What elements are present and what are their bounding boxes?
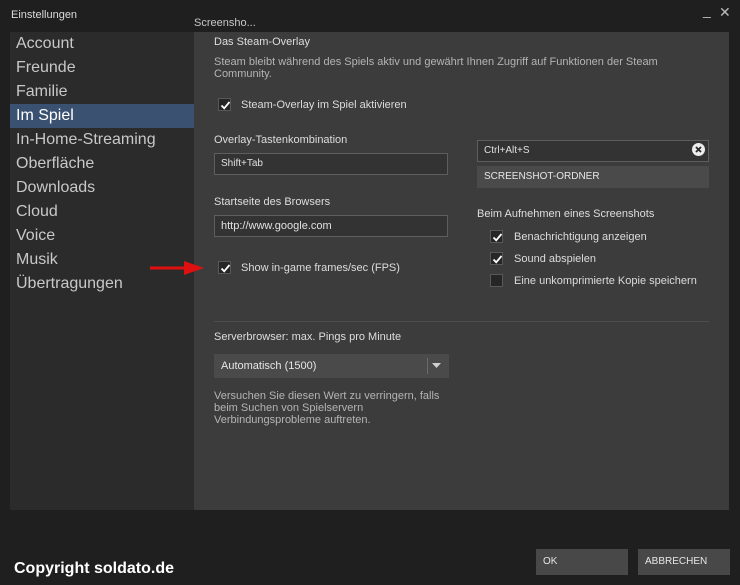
sidebar-item-im-spiel[interactable]: Im Spiel bbox=[10, 104, 194, 128]
server-browser-hint: Versuchen Sie diesen Wert zu verringern,… bbox=[214, 390, 440, 426]
sidebar-item-oberflaeche[interactable]: Oberfläche bbox=[10, 152, 194, 176]
checkmark-icon bbox=[220, 101, 231, 110]
close-icon[interactable]: ✕ bbox=[719, 4, 731, 21]
pings-per-minute-select[interactable]: Automatisch (1500) bbox=[214, 354, 449, 378]
homepage-url-field[interactable]: http://www.google.com bbox=[214, 215, 448, 237]
tab-caption: Screensho... bbox=[194, 17, 256, 29]
section-divider bbox=[214, 321, 709, 322]
sidebar-item-in-home-streaming[interactable]: In-Home-Streaming bbox=[10, 128, 194, 152]
title-bar: Einstellungen _ ✕ bbox=[0, 0, 740, 30]
sidebar-item-familie[interactable]: Familie bbox=[10, 80, 194, 104]
notification-label: Benachrichtigung anzeigen bbox=[514, 231, 647, 243]
sidebar-item-freunde[interactable]: Freunde bbox=[10, 56, 194, 80]
select-separator bbox=[427, 358, 428, 374]
checkmark-icon bbox=[492, 255, 503, 264]
sidebar-item-account[interactable]: Account bbox=[10, 32, 194, 56]
sidebar-item-downloads[interactable]: Downloads bbox=[10, 176, 194, 200]
clear-icon[interactable] bbox=[692, 143, 705, 156]
screenshot-hotkey-field[interactable]: Ctrl+Alt+S bbox=[477, 140, 709, 162]
uncompressed-copy-checkbox[interactable] bbox=[490, 274, 503, 287]
cancel-button[interactable]: ABBRECHEN bbox=[638, 549, 730, 575]
uncompressed-copy-label: Eine unkomprimierte Kopie speichern bbox=[514, 275, 697, 287]
fps-label: Show in-game frames/sec (FPS) bbox=[241, 262, 400, 274]
overlay-hotkey-label: Overlay-Tastenkombination bbox=[214, 134, 348, 146]
overlay-hotkey-field[interactable]: Shift+Tab bbox=[214, 153, 448, 175]
copyright-watermark: Copyright soldato.de bbox=[14, 560, 174, 577]
sidebar-item-cloud[interactable]: Cloud bbox=[10, 200, 194, 224]
checkmark-icon bbox=[492, 233, 503, 242]
overlay-enable-label: Steam-Overlay im Spiel aktivieren bbox=[241, 99, 407, 111]
homepage-label: Startseite des Browsers bbox=[214, 196, 331, 208]
screenshot-folder-button[interactable]: SCREENSHOT-ORDNER bbox=[477, 166, 709, 188]
notification-checkbox[interactable] bbox=[490, 230, 503, 243]
sidebar-item-voice[interactable]: Voice bbox=[10, 224, 194, 248]
sound-label: Sound abspielen bbox=[514, 253, 596, 265]
red-arrow-icon bbox=[150, 261, 204, 275]
ok-button[interactable]: OK bbox=[536, 549, 628, 575]
window-title: Einstellungen bbox=[11, 9, 78, 21]
sound-checkbox[interactable] bbox=[490, 252, 503, 265]
minimize-icon[interactable]: _ bbox=[703, 2, 711, 18]
checkmark-icon bbox=[220, 264, 231, 273]
pings-selected-value: Automatisch (1500) bbox=[221, 360, 317, 372]
overlay-enable-checkbox[interactable] bbox=[218, 98, 231, 111]
fps-checkbox[interactable] bbox=[218, 261, 231, 274]
overlay-description: Steam bleibt während des Spiels aktiv un… bbox=[214, 56, 658, 80]
overlay-heading: Das Steam-Overlay bbox=[214, 36, 310, 48]
screenshot-capture-heading: Beim Aufnehmen eines Screenshots bbox=[477, 208, 655, 220]
chevron-down-icon bbox=[432, 363, 441, 368]
server-browser-label: Serverbrowser: max. Pings pro Minute bbox=[214, 331, 402, 343]
